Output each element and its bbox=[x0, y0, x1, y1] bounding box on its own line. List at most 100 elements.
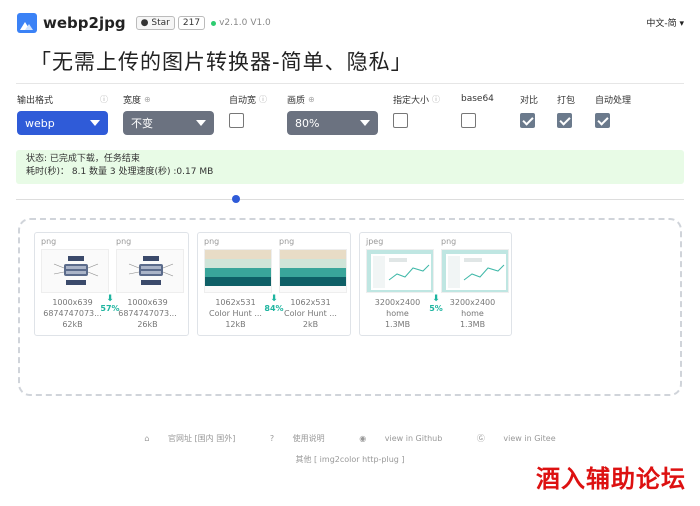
brand-name[interactable]: webp2jpg bbox=[43, 14, 126, 32]
image-thumbnail[interactable] bbox=[441, 249, 509, 293]
result-group[interactable]: jpeg 3200x2400 home 1.3MB png 3200x2400 … bbox=[359, 232, 512, 336]
result-item[interactable]: png 1000x639 6 bbox=[110, 233, 185, 335]
compression-saving: ⬇ 5% bbox=[426, 294, 446, 314]
github-link-label: view in Github bbox=[384, 434, 443, 443]
file-type: png bbox=[441, 237, 457, 246]
help-link[interactable]: ? 使用说明 bbox=[262, 434, 333, 443]
gitee-link[interactable]: Ⓖ view in Gitee bbox=[469, 434, 564, 443]
file-size: 62kB bbox=[62, 320, 83, 329]
file-name: home bbox=[461, 309, 484, 318]
github-star-button[interactable]: ● Star bbox=[135, 16, 175, 30]
header: webp2jpg ● Star 217 v2.1.0 V1.0 中文-简 ▾ bbox=[17, 12, 684, 34]
width-option: 宽度 ⊕ 不变 bbox=[123, 92, 214, 135]
image-dimensions: 1000x639 bbox=[52, 298, 93, 307]
image-thumbnail[interactable] bbox=[279, 249, 347, 293]
base64-checkbox[interactable] bbox=[461, 113, 476, 128]
image-dimensions: 1062x531 bbox=[215, 298, 256, 307]
base64-label: base64 bbox=[461, 94, 494, 104]
version-info: v2.1.0 V1.0 bbox=[211, 18, 271, 28]
result-item[interactable]: png 3200x2400 home 1.3MB bbox=[435, 233, 510, 335]
image-thumbnail[interactable] bbox=[116, 249, 184, 293]
chevron-down-icon bbox=[360, 120, 370, 126]
github-star-widget[interactable]: ● Star 217 bbox=[135, 16, 206, 30]
auto-process-label: 自动处理 bbox=[595, 95, 632, 106]
file-size: 26kB bbox=[137, 320, 158, 329]
compression-saving: ⬇ 84% bbox=[264, 295, 284, 314]
compare-label: 对比 bbox=[520, 95, 539, 106]
home-icon: ⌂ bbox=[144, 434, 152, 443]
site-link-label: 官网址 [国内 国外] bbox=[168, 434, 236, 443]
format-select[interactable]: webp bbox=[17, 111, 108, 135]
image-thumbnail[interactable] bbox=[41, 249, 109, 293]
result-item[interactable]: jpeg 3200x2400 home 1.3MB bbox=[360, 233, 435, 335]
image-thumbnail[interactable] bbox=[204, 249, 272, 293]
auto-width-label: 自动宽 bbox=[229, 95, 257, 106]
status-panel: 状态: 已完成下载，任务结束 耗时(秒)： 8.1 数量 3 处理速度(秒) :… bbox=[16, 150, 684, 184]
file-size: 12kB bbox=[225, 320, 246, 329]
screenshot-image bbox=[442, 250, 508, 292]
specify-size-checkbox[interactable] bbox=[393, 113, 408, 128]
pack-checkbox[interactable] bbox=[557, 113, 572, 128]
github-icon: ◉ bbox=[359, 434, 369, 443]
specify-size-option: 指定大小 ⓘ bbox=[393, 92, 448, 128]
github-link[interactable]: ◉ view in Github bbox=[351, 434, 450, 443]
quality-select[interactable]: 80% bbox=[287, 111, 378, 135]
arrow-down-icon: ⬇ bbox=[432, 294, 440, 304]
quality-option: 画质 ⊕ 80% bbox=[287, 92, 378, 135]
result-group[interactable]: png 1000x639 6874747073... 62kB png 1000… bbox=[34, 232, 189, 336]
footer-links: ⌂ 官网址 [国内 国外] ? 使用说明 ◉ view in Github Ⓖ … bbox=[0, 433, 700, 444]
result-item[interactable]: png 1000x639 6 bbox=[35, 233, 110, 335]
help-icon[interactable]: ⓘ bbox=[100, 94, 108, 105]
progress-track bbox=[16, 199, 684, 200]
file-type: png bbox=[116, 237, 132, 246]
file-type: jpeg bbox=[366, 237, 384, 246]
diagram-image bbox=[128, 256, 174, 285]
github-star-label: Star bbox=[151, 18, 170, 28]
gitee-link-label: view in Gitee bbox=[503, 434, 556, 443]
help-icon[interactable]: ⓘ bbox=[259, 94, 267, 105]
width-label: 宽度 bbox=[123, 95, 142, 106]
drop-zone[interactable]: png 1000x639 6874747073... 62kB png 1000… bbox=[18, 218, 682, 396]
page-title: 「无需上传的图片转换器-简单、隐私」 bbox=[30, 50, 413, 74]
progress-knob[interactable] bbox=[232, 195, 241, 203]
image-thumbnail[interactable] bbox=[366, 249, 434, 293]
saving-percent: 84% bbox=[264, 304, 284, 313]
compare-checkbox[interactable] bbox=[520, 113, 535, 128]
format-label: 输出格式 bbox=[17, 95, 54, 106]
result-item[interactable]: png 1062x531 Color Hunt ... 12kB bbox=[198, 233, 273, 335]
specify-size-label: 指定大小 bbox=[393, 95, 430, 106]
logo-icon[interactable] bbox=[17, 13, 37, 33]
width-value: 不变 bbox=[131, 117, 153, 130]
image-dimensions: 1062x531 bbox=[290, 298, 331, 307]
format-value: webp bbox=[25, 116, 55, 130]
image-dimensions: 3200x2400 bbox=[449, 298, 496, 307]
result-group[interactable]: png 1062x531 Color Hunt ... 12kB png 106… bbox=[197, 232, 351, 336]
github-star-count[interactable]: 217 bbox=[177, 16, 206, 30]
add-icon[interactable]: ⊕ bbox=[308, 95, 315, 104]
file-size: 1.3MB bbox=[459, 320, 486, 329]
site-link[interactable]: ⌂ 官网址 [国内 国外] bbox=[136, 434, 243, 443]
question-icon: ? bbox=[269, 434, 277, 443]
auto-width-checkbox[interactable] bbox=[229, 113, 244, 128]
image-dimensions: 1000x639 bbox=[127, 298, 168, 307]
result-item[interactable]: png 1062x531 Color Hunt ... 2kB bbox=[273, 233, 348, 335]
help-link-label: 使用说明 bbox=[292, 434, 325, 443]
auto-process-option: 自动处理 bbox=[595, 92, 655, 128]
watermark: 酒入辅助论坛 bbox=[536, 464, 686, 493]
progress-bar[interactable] bbox=[16, 195, 684, 203]
version-short-label: V1.0 bbox=[250, 18, 271, 28]
language-selector[interactable]: 中文-简 ▾ bbox=[646, 16, 684, 29]
chevron-down-icon bbox=[90, 120, 100, 126]
format-option: 输出格式 ⓘ webp bbox=[17, 92, 108, 135]
screenshot-image bbox=[367, 250, 433, 292]
file-name: Color Hunt ... bbox=[209, 309, 262, 318]
width-select[interactable]: 不变 bbox=[123, 111, 214, 135]
file-type: png bbox=[279, 237, 295, 246]
file-size: 2kB bbox=[302, 320, 319, 329]
auto-process-checkbox[interactable] bbox=[595, 113, 610, 128]
file-name: 6874747073... bbox=[118, 309, 177, 318]
add-icon[interactable]: ⊕ bbox=[144, 95, 151, 104]
help-icon[interactable]: ⓘ bbox=[432, 94, 440, 105]
chevron-down-icon bbox=[196, 120, 206, 126]
base64-option: base64 bbox=[461, 92, 506, 128]
